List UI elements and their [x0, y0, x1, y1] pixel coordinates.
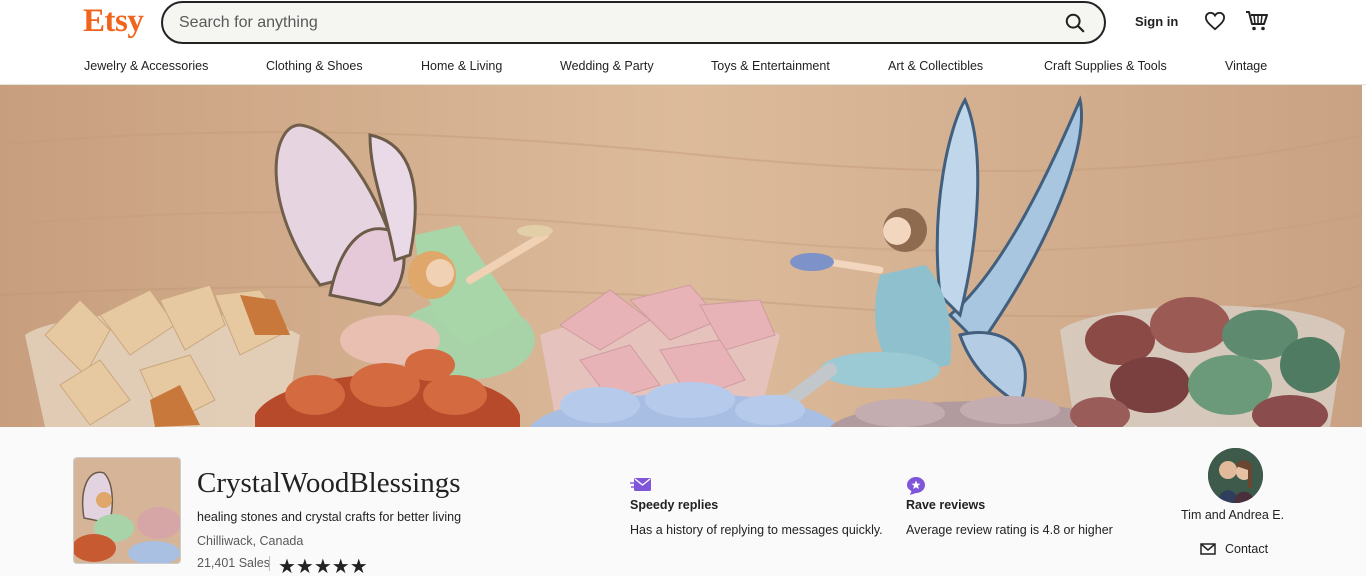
rave-reviews-icon: [907, 477, 925, 495]
rating-stars[interactable]: ★★★★★: [278, 554, 368, 578]
banner-illustration: [0, 85, 1362, 427]
category-jewelry[interactable]: Jewelry & Accessories: [84, 59, 208, 73]
owner-avatar[interactable]: [1208, 448, 1263, 503]
category-wedding[interactable]: Wedding & Party: [560, 59, 654, 73]
speedy-replies-title: Speedy replies: [630, 498, 719, 512]
search-icon[interactable]: [1064, 12, 1086, 34]
category-toys[interactable]: Toys & Entertainment: [711, 59, 830, 73]
shop-location: Chilliwack, Canada: [197, 534, 304, 548]
contact-button[interactable]: Contact: [1225, 542, 1268, 556]
heart-icon[interactable]: [1204, 11, 1226, 31]
shop-banner-image: [0, 85, 1362, 427]
speedy-replies-desc: Has a history of replying to messages qu…: [630, 523, 883, 537]
rave-reviews-desc: Average review rating is 4.8 or higher: [906, 523, 1113, 537]
mail-icon[interactable]: [1200, 543, 1216, 556]
top-header: Etsy Sign in: [0, 0, 1366, 44]
shop-sales-count[interactable]: 21,401 Sales: [197, 556, 270, 570]
shop-name: CrystalWoodBlessings: [197, 467, 461, 499]
search-bar[interactable]: [161, 1, 1106, 44]
shop-icon-image[interactable]: [73, 457, 181, 564]
sign-in-link[interactable]: Sign in: [1135, 14, 1178, 29]
category-nav: Jewelry & Accessories Clothing & Shoes H…: [0, 44, 1366, 85]
rave-reviews-title: Rave reviews: [906, 498, 986, 512]
category-craft[interactable]: Craft Supplies & Tools: [1044, 59, 1167, 73]
cart-icon[interactable]: [1245, 10, 1269, 32]
divider: [269, 556, 270, 571]
category-clothing[interactable]: Clothing & Shoes: [266, 59, 363, 73]
shop-info-section: CrystalWoodBlessings healing stones and …: [0, 427, 1366, 578]
category-vintage[interactable]: Vintage: [1225, 59, 1267, 73]
category-art[interactable]: Art & Collectibles: [888, 59, 983, 73]
speedy-replies-icon: [630, 478, 651, 491]
shop-tagline: healing stones and crystal crafts for be…: [197, 510, 462, 524]
search-input[interactable]: [179, 12, 1039, 34]
etsy-logo[interactable]: Etsy: [83, 3, 144, 40]
category-home[interactable]: Home & Living: [421, 59, 502, 73]
owner-name[interactable]: Tim and Andrea E.: [1181, 508, 1284, 522]
scrollbar[interactable]: [1362, 85, 1366, 427]
